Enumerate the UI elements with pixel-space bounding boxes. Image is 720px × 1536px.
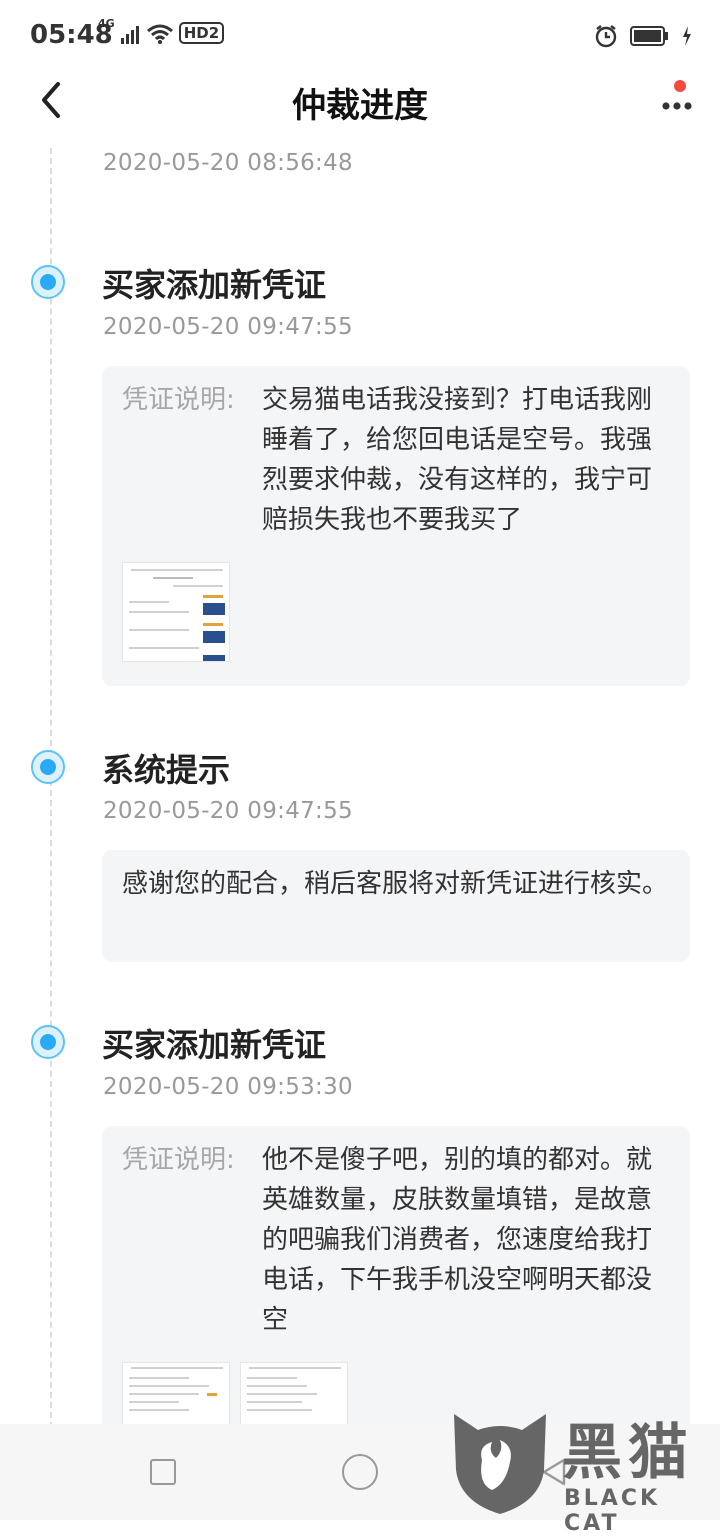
status-right-icons [594,24,692,48]
watermark-cn: 黑猫 [562,1418,694,1488]
notification-dot [674,80,686,92]
proof-image-thumbnail[interactable] [122,562,230,662]
proof-text: 交易猫电话我没接到？打电话我刚睡着了，给您回电话是空号。我强烈要求仲裁，没有这样… [262,385,653,535]
timeline-dot [31,750,65,784]
charging-icon [683,26,691,46]
event-time: 2020-05-20 09:47:55 [103,314,353,340]
more-button[interactable] [658,80,698,116]
proof-text: 他不是傻子吧，别的填的都对。就英雄数量，皮肤数量填错，是故意的吧骗我们消费者，您… [262,1145,653,1335]
proof-card: 凭证说明: 他不是傻子吧，别的填的都对。就英雄数量，皮肤数量填错，是故意的吧骗我… [102,1126,690,1462]
proof-label: 凭证说明: [122,1145,235,1175]
system-message: 感谢您的配合，稍后客服将对新凭证进行核实。 [122,869,669,899]
home-icon[interactable] [342,1454,378,1490]
proof-row: 凭证说明: 他不是傻子吧，别的填的都对。就英雄数量，皮肤数量填错，是故意的吧骗我… [122,1140,670,1340]
event-title: 买家添加新凭证 [102,1026,327,1064]
network-type: 4G [98,17,115,30]
alarm-icon [595,25,617,48]
nav-bar: 仲裁进度 [0,72,720,128]
recent-apps-icon[interactable] [150,1459,176,1485]
battery-icon [630,26,668,46]
signal-icon [120,26,139,44]
watermark-en: BLACK CAT [564,1486,661,1536]
timeline-line [50,148,52,1428]
event-title: 买家添加新凭证 [102,266,327,304]
event-time: 2020-05-20 09:47:55 [103,798,353,824]
proof-card: 凭证说明: 交易猫电话我没接到？打电话我刚睡着了，给您回电话是空号。我强烈要求仲… [102,366,690,686]
proof-row: 凭证说明: 交易猫电话我没接到？打电话我刚睡着了，给您回电话是空号。我强烈要求仲… [122,380,670,540]
proof-label: 凭证说明: [122,385,235,415]
hd-icon: HD2 [178,22,225,44]
status-bar: 05:48 4G HD2 [0,0,720,72]
system-message-card: 感谢您的配合，稍后客服将对新凭证进行核实。 [102,850,690,962]
wifi-icon [146,24,173,44]
event-title: 系统提示 [102,751,231,789]
page-title: 仲裁进度 [292,86,428,126]
status-left-icons: 4G HD2 [98,17,225,44]
timeline-dot [31,265,65,299]
watermark: 黑猫 BLACK CAT [448,1400,720,1536]
event-time-previous: 2020-05-20 08:56:48 [103,150,353,176]
timeline-dot [31,1025,65,1059]
event-time: 2020-05-20 09:53:30 [103,1074,353,1100]
black-cat-logo-icon [454,1414,546,1514]
